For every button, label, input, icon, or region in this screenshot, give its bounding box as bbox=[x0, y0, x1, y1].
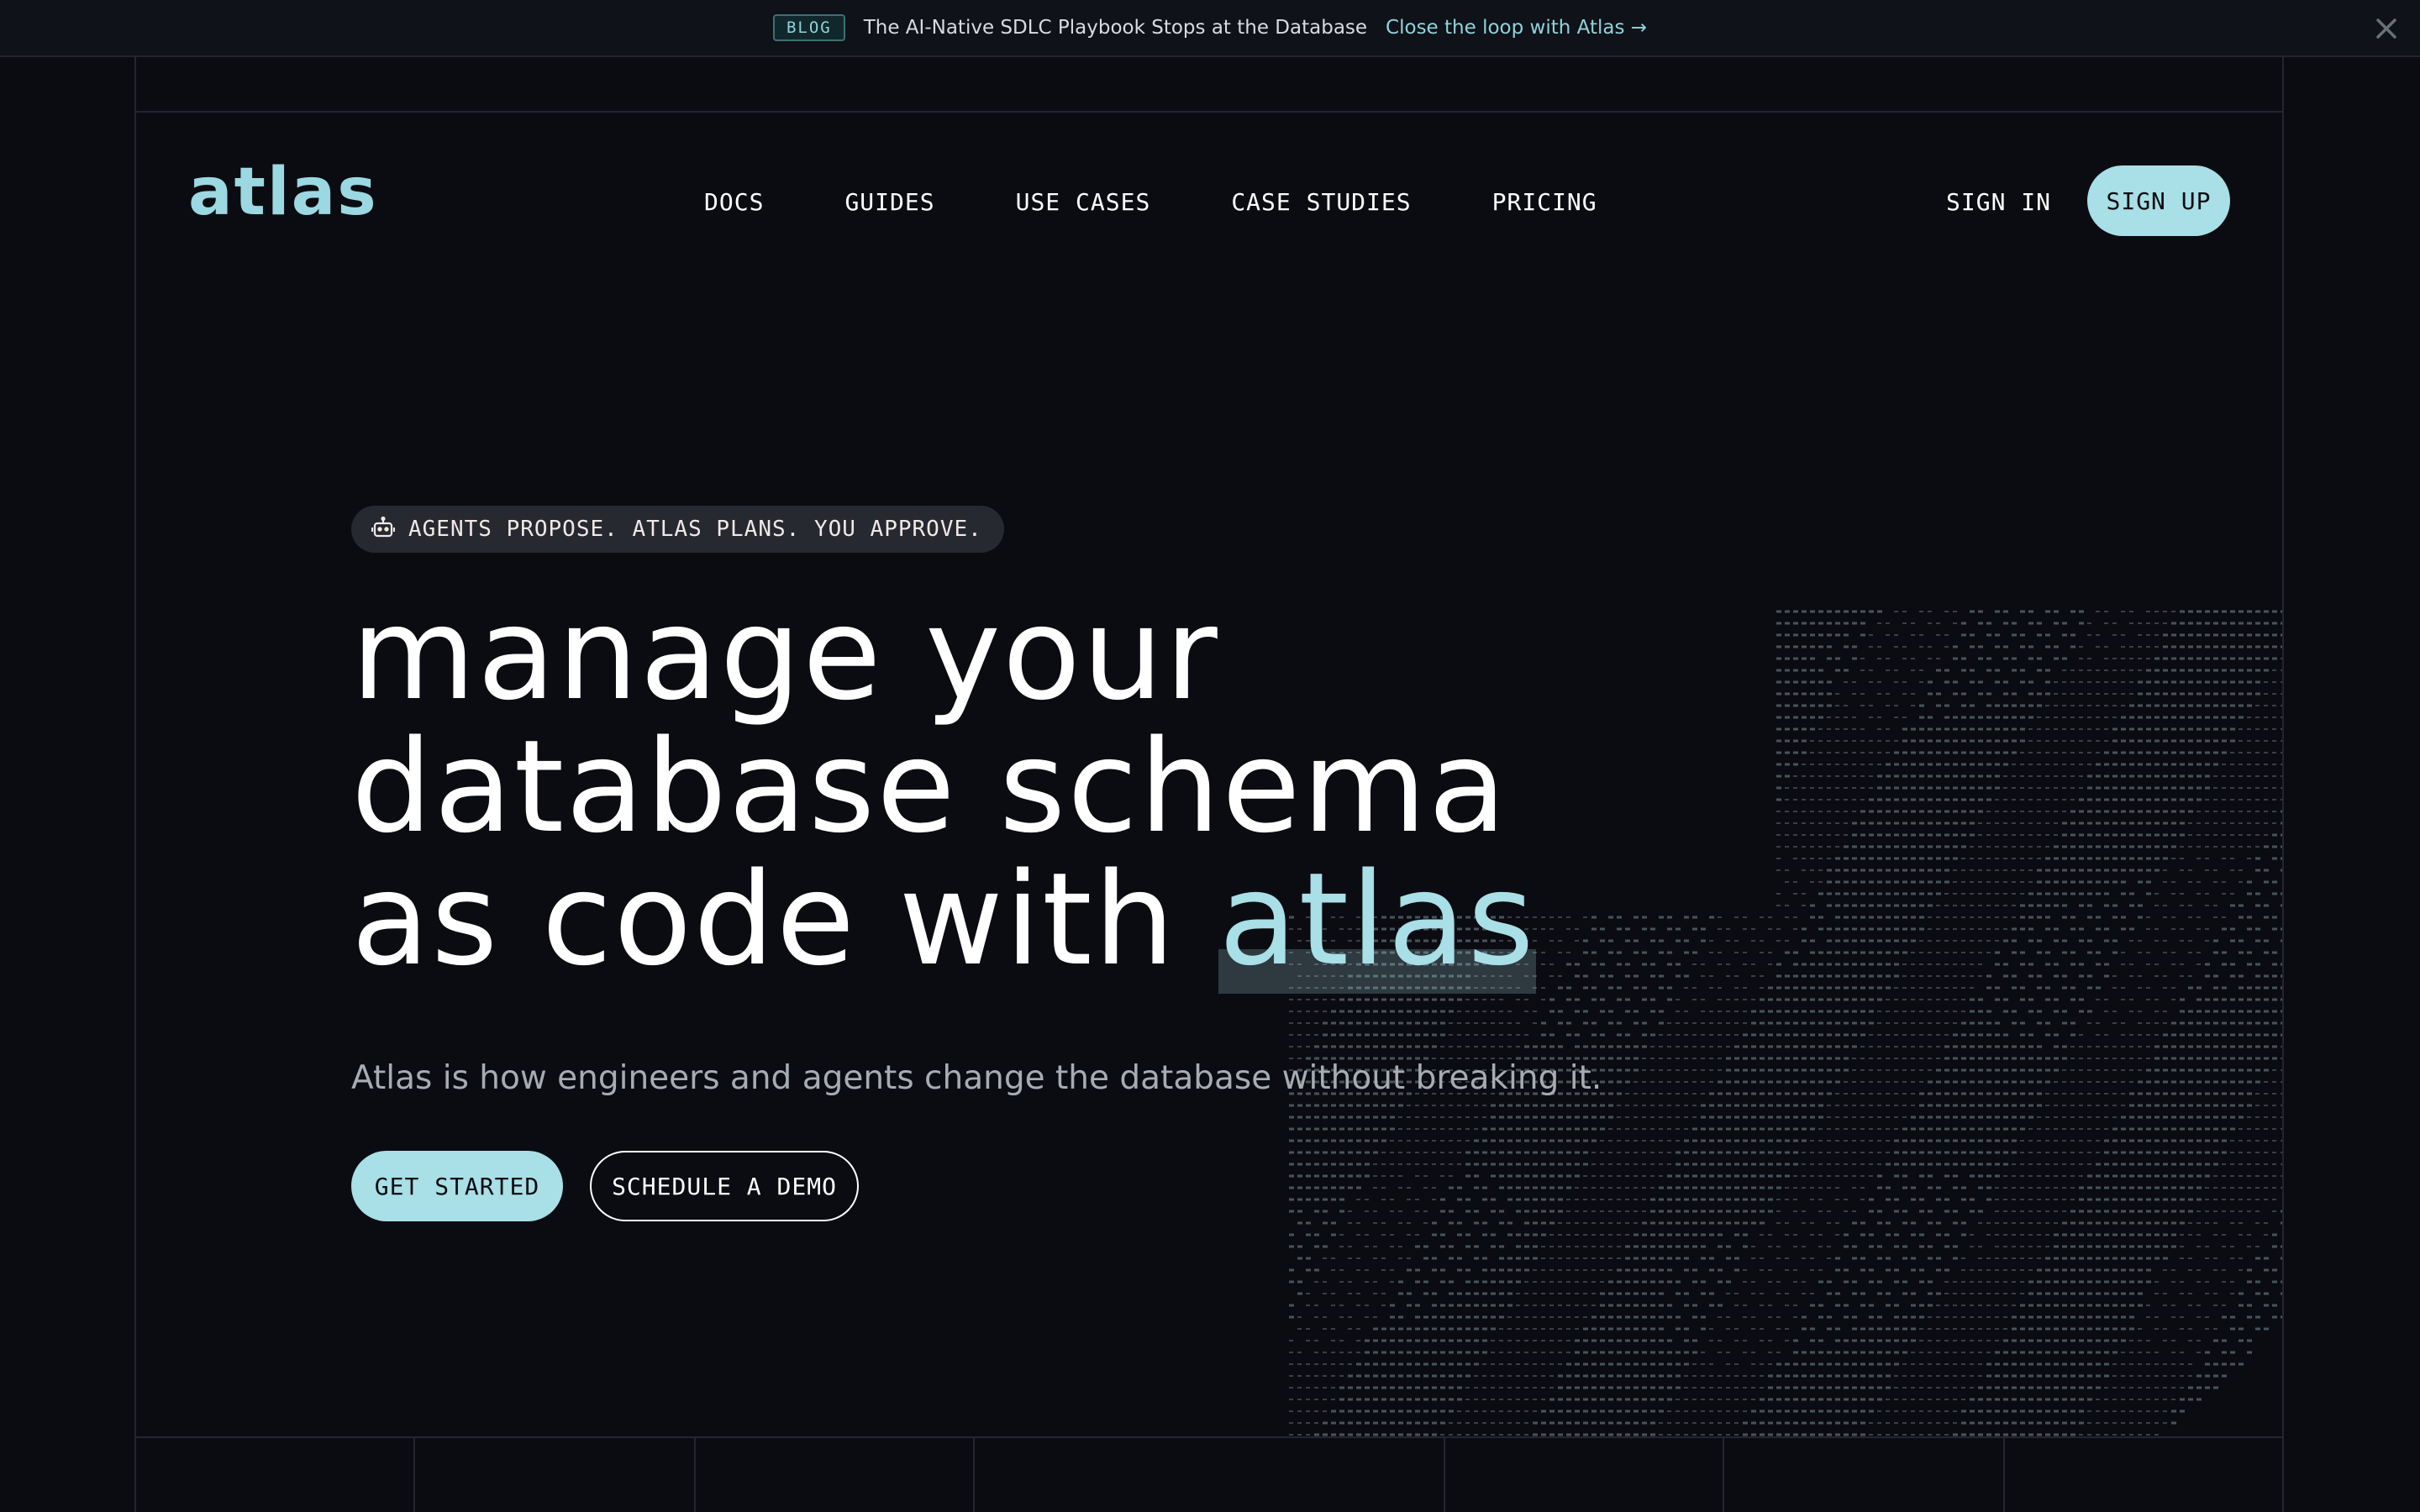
tagline-text: AGENTS PROPOSE. ATLAS PLANS. YOU APPROVE… bbox=[408, 517, 982, 542]
sign-in-link[interactable]: SIGN IN bbox=[1946, 188, 2051, 216]
announcement-text: The AI-Native SDLC Playbook Stops at the… bbox=[863, 17, 1368, 39]
grid-cell-divider bbox=[1444, 1436, 1445, 1512]
frame-divider-bottom bbox=[134, 1436, 2284, 1438]
robot-icon bbox=[371, 516, 396, 543]
nav-case-studies[interactable]: CASE STUDIES bbox=[1231, 188, 1411, 216]
schedule-demo-button[interactable]: SCHEDULE A DEMO bbox=[590, 1151, 859, 1221]
headline-line-3-prefix: as code with bbox=[351, 845, 1219, 994]
blog-badge: BLOG bbox=[772, 14, 845, 41]
grid-cell-divider bbox=[694, 1436, 696, 1512]
grid-cell-divider bbox=[1723, 1436, 1724, 1512]
headline-line-1: manage your bbox=[351, 580, 1219, 728]
sign-up-button[interactable]: SIGN UP bbox=[2087, 165, 2230, 236]
nav-pricing[interactable]: PRICING bbox=[1492, 188, 1597, 216]
close-icon[interactable] bbox=[2370, 12, 2403, 45]
nav-docs[interactable]: DOCS bbox=[704, 188, 764, 216]
headline-line-2: database schema bbox=[351, 712, 1508, 861]
frame-divider-top bbox=[134, 111, 2284, 113]
main-nav: DOCS GUIDES USE CASES CASE STUDIES PRICI… bbox=[704, 188, 1597, 216]
atlas-logo[interactable]: atlas bbox=[188, 160, 378, 225]
headline-line-3: as code with atlas bbox=[351, 845, 1536, 994]
headline-accent: atlas bbox=[1218, 845, 1536, 994]
get-started-button[interactable]: GET STARTED bbox=[351, 1151, 563, 1221]
hero-headline: manage your database schema as code with… bbox=[351, 580, 1536, 994]
hero-subtitle: Atlas is how engineers and agents change… bbox=[351, 1059, 1602, 1097]
announcement-link[interactable]: Close the loop with Atlas → bbox=[1386, 17, 1647, 39]
nav-use-cases[interactable]: USE CASES bbox=[1016, 188, 1151, 216]
grid-cell-divider bbox=[413, 1436, 415, 1512]
grid-cell-divider bbox=[2003, 1436, 2005, 1512]
announcement-bar: BLOG The AI-Native SDLC Playbook Stops a… bbox=[0, 0, 2420, 57]
grid-cell-divider bbox=[973, 1436, 975, 1512]
tagline-pill: AGENTS PROPOSE. ATLAS PLANS. YOU APPROVE… bbox=[351, 506, 1004, 553]
nav-guides[interactable]: GUIDES bbox=[844, 188, 934, 216]
